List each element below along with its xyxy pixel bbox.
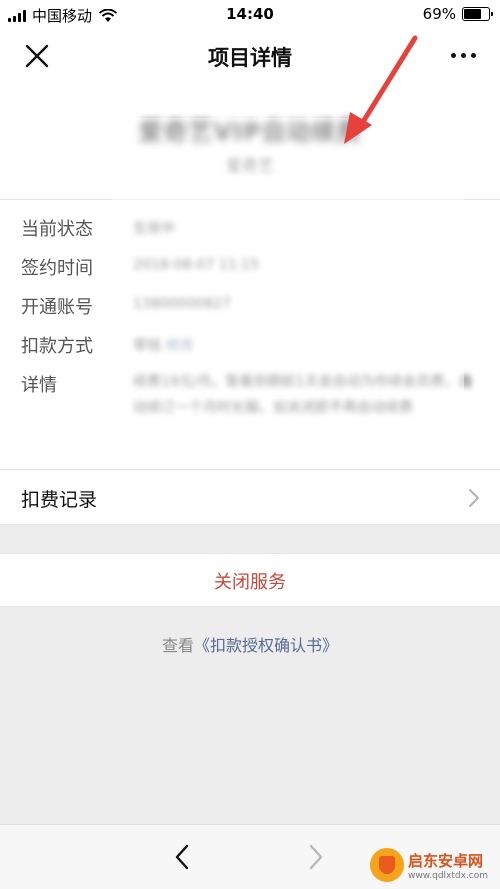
project-subtitle: 爱奇艺: [225, 156, 274, 175]
battery-icon: [462, 7, 493, 21]
row-value: 13800000827: [133, 296, 231, 312]
row-label: 详情: [21, 375, 57, 396]
status-right: 69%: [422, 5, 493, 23]
nav-bar: 项目详情: [0, 28, 500, 84]
page-title: 项目详情: [208, 46, 292, 70]
row-label: 开通账号: [21, 297, 93, 318]
row-label: 当前状态: [21, 219, 93, 240]
divider: [0, 199, 500, 200]
row-value: 零钱 修改: [133, 335, 193, 355]
back-arrow-icon[interactable]: [172, 843, 192, 871]
row-account: 开通账号 13800000827: [0, 290, 500, 320]
detail-text: 续费19元/月。暂看到期前1天会自动为你续会员费，自动续订一个月时长服。如关闭即…: [133, 374, 473, 416]
watermark-name: 启东安卓网: [408, 851, 484, 870]
payment-method: 零钱: [133, 338, 166, 354]
project-header: 爱奇艺VIP自动续费 爱奇艺: [0, 84, 500, 199]
row-value: 生效中: [133, 221, 175, 237]
chevron-right-icon: [469, 489, 479, 507]
project-detail-card: 爱奇艺VIP自动续费 爱奇艺 当前状态 生效中 签约时间 2018-08-07 …: [0, 84, 500, 469]
billing-record-row[interactable]: 扣费记录: [0, 469, 500, 525]
forward-arrow-icon[interactable]: [306, 843, 326, 871]
change-payment-link[interactable]: 修改: [165, 338, 193, 354]
watermark-logo-icon: [370, 848, 404, 882]
watermark-url: www.qdlxtdx.com: [408, 870, 489, 881]
row-payment: 扣款方式 零钱 修改: [0, 329, 500, 359]
site-watermark: 启东安卓网 www.qdlxtdx.com: [370, 848, 488, 882]
row-label: 扣款方式: [21, 336, 93, 357]
battery-fill: [464, 9, 481, 19]
close-service-button[interactable]: 关闭服务: [0, 553, 500, 607]
auth-line: 查看《扣款授权确认书》: [0, 632, 500, 656]
watermark-text: 启东安卓网 www.qdlxtdx.com: [408, 850, 488, 881]
status-bar: 中国移动 14:40 69%: [0, 0, 500, 28]
row-status: 当前状态 生效中: [0, 212, 500, 242]
close-service-label: 关闭服务: [214, 572, 286, 593]
more-icon[interactable]: [451, 53, 476, 58]
row-label: 签约时间: [21, 258, 93, 279]
billing-record-label: 扣费记录: [21, 489, 98, 511]
auth-prefix: 查看: [161, 636, 194, 655]
row-value: 2018-08-07 11:15: [133, 257, 260, 273]
project-title: 爱奇艺VIP自动续费: [138, 118, 362, 146]
row-sign-time: 签约时间 2018-08-07 11:15: [0, 251, 500, 281]
auth-document-link[interactable]: 《扣款授权确认书》: [194, 636, 338, 655]
battery-percent: 69%: [422, 5, 456, 23]
